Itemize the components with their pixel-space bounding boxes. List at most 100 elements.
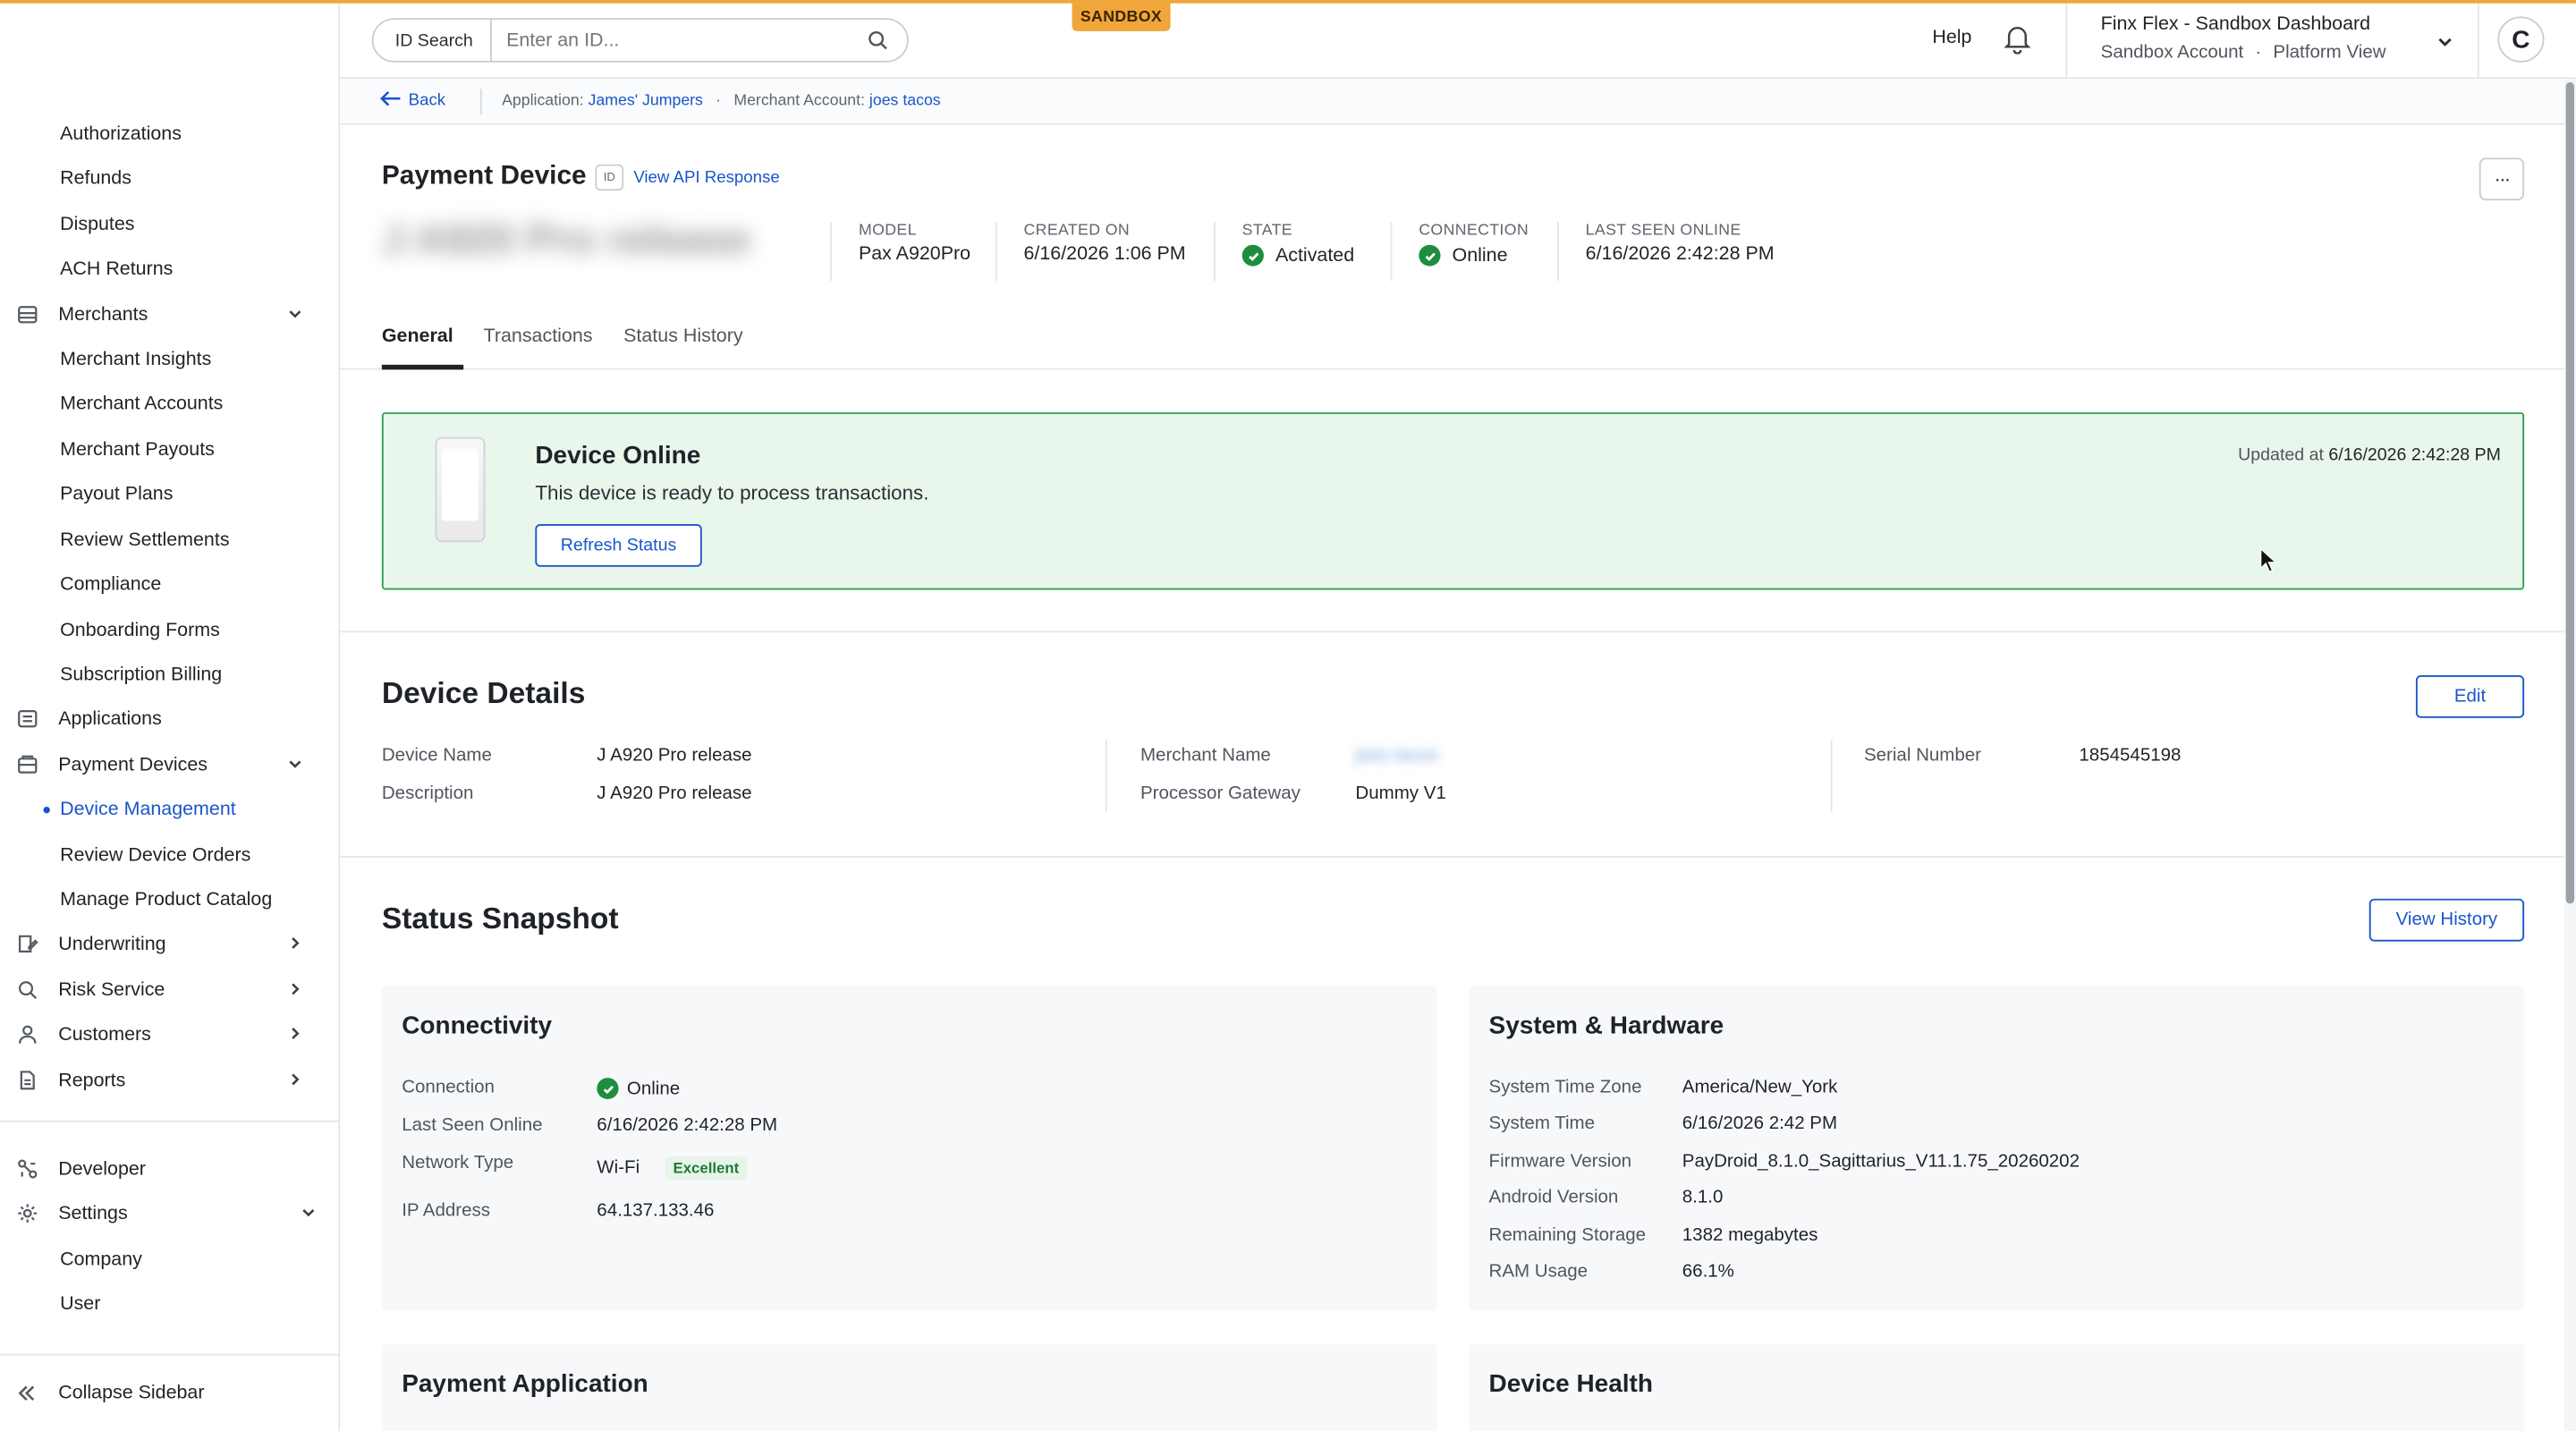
payment-devices-icon <box>15 753 38 776</box>
connection-label: Connection <box>402 1078 495 1098</box>
chevron-down-icon <box>2436 30 2454 47</box>
payment-application-title: Payment Application <box>402 1370 648 1399</box>
meta-label: MODEL <box>858 221 917 241</box>
collapse-sidebar-label: Collapse Sidebar <box>58 1382 205 1402</box>
meta-label: LAST SEEN ONLINE <box>1585 221 1741 241</box>
system-time-zone-value: America/New_York <box>1682 1078 1838 1098</box>
remaining-storage-value: 1382 megabytes <box>1682 1225 1818 1246</box>
sidebar-item-customers[interactable]: Customers <box>0 1012 340 1057</box>
processor-gateway-value: Dummy V1 <box>1355 783 1446 804</box>
more-actions-button[interactable]: ··· <box>2479 157 2525 201</box>
merchant-name-value[interactable]: joes tacos <box>1355 746 1437 766</box>
breadcrumb-separator: · <box>716 91 722 111</box>
last-seen-value: 6/16/2026 2:42:28 PM <box>597 1115 778 1136</box>
id-search-label[interactable]: ID Search <box>374 20 492 61</box>
main-scrollbar[interactable] <box>2563 79 2576 1431</box>
active-tab-indicator <box>381 364 464 370</box>
gear-icon <box>15 1202 38 1225</box>
sidebar-item-label: Company <box>60 1249 142 1270</box>
breadcrumb-trail: Application: James' Jumpers · Merchant A… <box>502 92 941 110</box>
sidebar-item-merchant-accounts[interactable]: Merchant Accounts <box>0 381 340 426</box>
system-time-value: 6/16/2026 2:42 PM <box>1682 1113 1838 1134</box>
back-button[interactable]: Back <box>380 90 445 112</box>
meta-model: MODEL Pax A920Pro <box>830 221 970 282</box>
meta-value: Pax A920Pro <box>859 245 970 265</box>
account-subtitle: Sandbox Account · Platform View <box>2101 43 2386 63</box>
sidebar-item-label: ACH Returns <box>60 258 174 279</box>
sidebar-item-label: Applications <box>58 708 162 729</box>
sidebar-item-underwriting[interactable]: Underwriting <box>0 922 340 967</box>
last-seen-label: Last Seen Online <box>402 1115 543 1136</box>
sidebar-item-merchant-payouts[interactable]: Merchant Payouts <box>0 428 340 472</box>
sandbox-accent-bar <box>0 0 2576 4</box>
sidebar-item-label: Subscription Billing <box>60 665 223 685</box>
collapse-sidebar-button[interactable]: Collapse Sidebar <box>0 1370 340 1415</box>
view-history-button[interactable]: View History <box>2368 898 2525 942</box>
sidebar-item-reports[interactable]: Reports <box>0 1058 340 1103</box>
sidebar-item-label: Onboarding Forms <box>60 620 220 640</box>
sidebar-item-label: Refunds <box>60 168 131 189</box>
description-value: J A920 Pro release <box>597 783 752 804</box>
tab-transactions[interactable]: Transactions <box>484 327 593 347</box>
sidebar-item-label: Payment Devices <box>58 755 208 775</box>
sidebar-item-merchant-insights[interactable]: Merchant Insights <box>0 337 340 382</box>
sidebar-item-risk-service[interactable]: Risk Service <box>0 968 340 1012</box>
tab-status-history[interactable]: Status History <box>623 327 742 347</box>
sidebar-item-company[interactable]: Company <box>0 1237 340 1282</box>
sidebar-item-onboarding-forms[interactable]: Onboarding Forms <box>0 608 340 653</box>
merchant-account-link[interactable]: joes tacos <box>869 92 941 110</box>
refresh-status-button[interactable]: Refresh Status <box>535 524 702 567</box>
double-chevron-left-icon <box>15 1381 38 1404</box>
sidebar-item-label: Merchant Accounts <box>60 393 224 414</box>
sidebar-item-payout-plans[interactable]: Payout Plans <box>0 471 340 516</box>
sidebar-item-ach-returns[interactable]: ACH Returns <box>0 247 340 292</box>
sidebar-item-disputes[interactable]: Disputes <box>0 202 340 247</box>
check-circle-icon <box>597 1078 619 1099</box>
check-circle-icon <box>1241 244 1264 267</box>
bell-icon[interactable] <box>2001 21 2034 55</box>
scrollbar-thumb[interactable] <box>2565 81 2575 904</box>
sidebar-item-label: Payout Plans <box>60 483 174 504</box>
sidebar-item-manage-product-catalog[interactable]: Manage Product Catalog <box>0 877 340 922</box>
meta-value: Activated <box>1241 244 1355 267</box>
meta-connection: CONNECTION Online <box>1390 221 1529 282</box>
sidebar-item-device-management[interactable]: Device Management <box>0 787 340 832</box>
help-link[interactable]: Help <box>1932 28 1971 47</box>
sidebar-item-review-settlements[interactable]: Review Settlements <box>0 518 340 563</box>
sidebar-item-refunds[interactable]: Refunds <box>0 157 340 201</box>
tab-general[interactable]: General <box>382 327 453 347</box>
sidebar-item-applications[interactable]: Applications <box>0 697 340 741</box>
chevron-right-icon <box>287 935 304 951</box>
merchant-name-label: Merchant Name <box>1140 745 1271 766</box>
view-api-response-link[interactable]: View API Response <box>633 169 779 187</box>
application-link[interactable]: James' Jumpers <box>589 92 703 110</box>
connection-value: Online <box>597 1078 680 1099</box>
sidebar-item-review-device-orders[interactable]: Review Device Orders <box>0 833 340 877</box>
account-switcher[interactable]: Finx Flex - Sandbox Dashboard Sandbox Ac… <box>2065 0 2479 80</box>
chevron-right-icon <box>287 981 304 997</box>
merchants-icon <box>15 303 38 326</box>
id-badge[interactable]: ID <box>595 164 624 191</box>
sidebar-item-settings[interactable]: Settings <box>0 1191 340 1236</box>
sandbox-badge: SANDBOX <box>1072 3 1171 31</box>
sidebar-item-payment-devices[interactable]: Payment Devices <box>0 742 340 787</box>
sidebar-item-label: Risk Service <box>58 979 165 1000</box>
search-icon[interactable] <box>867 30 890 53</box>
id-search-input[interactable] <box>491 30 859 51</box>
chevron-down-icon <box>301 1205 318 1221</box>
edit-button[interactable]: Edit <box>2415 675 2525 718</box>
sidebar-item-developer[interactable]: Developer <box>0 1147 340 1191</box>
sidebar-item-subscription-billing[interactable]: Subscription Billing <box>0 652 340 697</box>
sidebar-item-label: Review Device Orders <box>60 845 251 866</box>
id-search: ID Search <box>371 18 909 63</box>
payment-terminal-image <box>435 436 486 543</box>
avatar[interactable]: C <box>2497 16 2545 63</box>
state-value: Activated <box>1275 245 1355 266</box>
sidebar-item-compliance[interactable]: Compliance <box>0 562 340 606</box>
device-name-label: Device Name <box>381 745 492 766</box>
sidebar-item-merchants[interactable]: Merchants <box>0 292 340 337</box>
connectivity-title: Connectivity <box>402 1012 553 1040</box>
sidebar-item-user[interactable]: User <box>0 1282 340 1326</box>
sidebar-item-authorizations[interactable]: Authorizations <box>0 112 340 157</box>
system-hardware-panel: System & Hardware System Time Zone Ameri… <box>1469 986 2525 1311</box>
